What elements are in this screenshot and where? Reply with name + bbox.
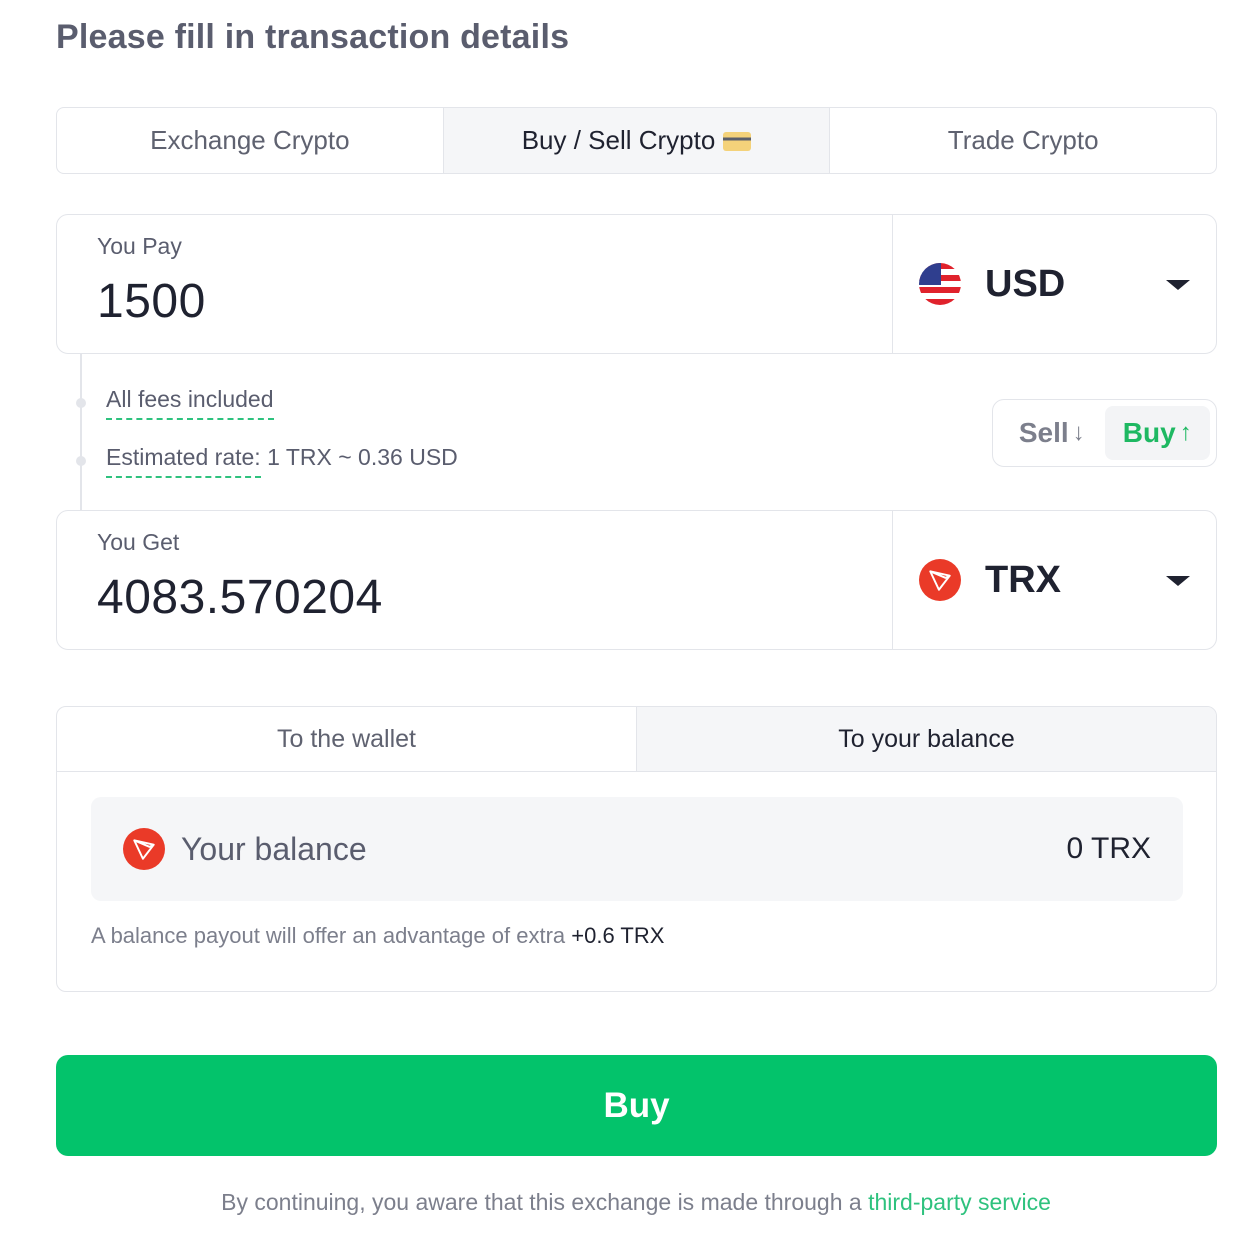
sell-label: Sell xyxy=(1018,417,1069,448)
get-amount-box: You Get TRX xyxy=(56,510,1217,650)
estimated-rate-value: 1 TRX ~ 0.36 USD xyxy=(267,444,458,470)
fees-included-label[interactable]: All fees included xyxy=(106,386,274,420)
tab-to-wallet-label: To the wallet xyxy=(277,724,416,753)
pay-currency-select[interactable]: USD xyxy=(893,215,1216,353)
tab-to-wallet[interactable]: To the wallet xyxy=(57,707,637,771)
arrow-up-icon: ↑ xyxy=(1179,419,1192,446)
tab-exchange-crypto-label: Exchange Crypto xyxy=(150,125,350,155)
timeline-dot xyxy=(76,398,86,408)
balance-label: Your balance xyxy=(181,830,367,867)
tab-buy-sell-crypto-label: Buy / Sell Crypto xyxy=(521,125,716,155)
tron-icon xyxy=(919,559,961,601)
payout-destination: To the wallet To your balance Your balan… xyxy=(56,706,1217,992)
buy-label: Buy xyxy=(1122,417,1176,448)
timeline-dot xyxy=(76,456,86,466)
sell-buy-toggle: Sell ↓ Buy ↑ xyxy=(992,399,1217,467)
buy-toggle-button[interactable]: Buy ↑ xyxy=(1104,406,1210,460)
fees-info: All fees included Estimated rate: 1 TRX … xyxy=(56,354,1217,510)
get-amount-field[interactable]: You Get xyxy=(57,511,893,649)
tron-icon xyxy=(123,828,165,870)
tab-trade-crypto[interactable]: Trade Crypto xyxy=(830,108,1216,173)
pay-currency-code: USD xyxy=(985,262,1066,305)
disclaimer-text: By continuing, you aware that this excha… xyxy=(221,1189,862,1215)
chevron-down-icon xyxy=(1166,280,1190,290)
third-party-service-link[interactable]: third-party service xyxy=(868,1189,1051,1215)
balance-value: 0 TRX xyxy=(1066,832,1151,865)
estimated-rate-row: Estimated rate: 1 TRX ~ 0.36 USD xyxy=(106,444,458,478)
pay-amount-box: You Pay USD xyxy=(56,214,1217,354)
disclaimer: By continuing, you aware that this excha… xyxy=(0,1189,1248,1216)
tron-glyph xyxy=(929,570,951,591)
get-label: You Get xyxy=(97,529,180,555)
tab-trade-crypto-label: Trade Crypto xyxy=(947,125,1099,155)
pay-amount-field[interactable]: You Pay xyxy=(57,215,893,353)
tab-buy-sell-crypto[interactable]: Buy / Sell Crypto xyxy=(443,108,831,173)
get-currency-code: TRX xyxy=(985,558,1061,601)
advantage-value: +0.6 TRX xyxy=(571,923,665,948)
fees-included-row: All fees included xyxy=(106,386,274,420)
pay-label: You Pay xyxy=(97,233,182,259)
destination-tabs: To the wallet To your balance xyxy=(57,707,1216,772)
estimated-rate-label[interactable]: Estimated rate: xyxy=(106,444,261,478)
mode-tabs: Exchange Crypto Buy / Sell Crypto Trade … xyxy=(56,107,1217,174)
tab-to-balance[interactable]: To your balance xyxy=(637,707,1216,771)
arrow-down-icon: ↓ xyxy=(1072,419,1085,446)
advantage-text: A balance payout will offer an advantage… xyxy=(91,923,566,948)
timeline-rail xyxy=(80,354,82,510)
pay-amount-input[interactable] xyxy=(97,274,852,329)
page-title: Please fill in transaction details xyxy=(56,18,570,56)
credit-card-icon xyxy=(723,132,752,151)
us-flag-icon xyxy=(919,263,961,305)
tab-exchange-crypto[interactable]: Exchange Crypto xyxy=(57,108,444,173)
get-amount-input[interactable] xyxy=(97,570,852,625)
get-currency-select[interactable]: TRX xyxy=(893,511,1216,649)
chevron-down-icon xyxy=(1166,576,1190,586)
buy-button[interactable]: Buy xyxy=(56,1055,1217,1156)
sell-toggle-button[interactable]: Sell ↓ xyxy=(999,406,1105,460)
balance-box: Your balance 0 TRX xyxy=(91,797,1183,901)
tron-glyph xyxy=(133,839,155,860)
advantage-note: A balance payout will offer an advantage… xyxy=(91,923,664,949)
tab-to-balance-label: To your balance xyxy=(838,724,1015,753)
